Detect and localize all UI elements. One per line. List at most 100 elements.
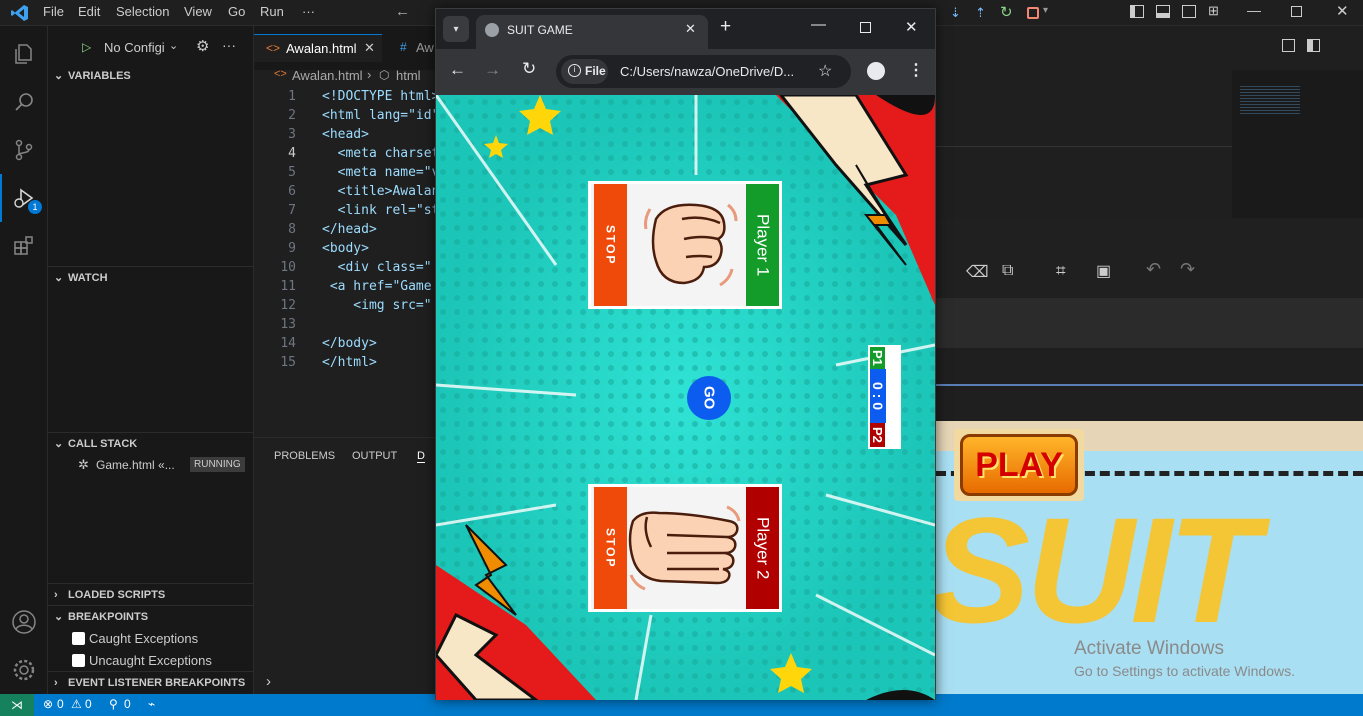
watch-section-header[interactable]: ⌄ WATCH [48,267,254,289]
tab-search-icon[interactable]: ▾ [443,16,469,42]
source-control-icon[interactable] [0,126,48,174]
breakpoints-section-header[interactable]: ⌄ BREAKPOINTS [48,606,254,628]
shapes-icon[interactable]: ⧉ [1002,262,1013,280]
variables-section-header[interactable]: ⌄ VARIABLES [48,65,254,87]
code-line[interactable]: 10 <div class=" [254,258,436,277]
code-line[interactable]: 7 <link rel="st [254,201,436,220]
debug-settings-gear-icon[interactable]: ⚙ [196,37,209,55]
address-bar[interactable]: i File C:/Users/nawza/OneDrive/D... ☆ [556,55,851,88]
error-count[interactable]: 0 [57,697,64,711]
line-number: 8 [288,222,296,237]
crop-icon[interactable]: ⌗ [1056,261,1066,281]
code-line[interactable]: 12 <img src=" [254,296,436,315]
menu-more[interactable]: ··· [302,4,315,19]
player1-stop-button[interactable]: STOP [594,184,627,306]
undo-icon[interactable]: ↶ [1146,259,1161,280]
new-tab-icon[interactable]: + [720,16,731,38]
panel-tab-problems[interactable]: PROBLEMS [274,450,335,462]
menu-selection[interactable]: Selection [116,4,169,19]
back-icon[interactable]: ← [449,60,466,80]
search-icon[interactable] [0,78,48,126]
code-line[interactable]: 13 [254,315,436,334]
call-stack-section-header[interactable]: ⌄ CALL STACK [48,433,254,455]
start-debugging-icon[interactable]: ▷ [82,40,91,54]
loaded-scripts-section-header[interactable]: › LOADED SCRIPTS [48,584,254,606]
panel-tab-output[interactable]: OUTPUT [352,450,397,462]
menu-run[interactable]: Run [260,4,284,19]
settings-gear-icon[interactable] [0,646,48,694]
chevron-right-icon[interactable]: › [266,673,271,690]
forward-icon[interactable]: → [484,60,501,80]
debug-status-icon[interactable]: ⌁ [148,697,155,711]
step-into-icon[interactable]: ⇣ [950,5,961,21]
close-tab-icon[interactable]: ✕ [364,40,375,56]
code-line[interactable]: 2 <html lang="id"> [254,106,436,125]
maximize-icon[interactable] [860,22,871,33]
code-line[interactable]: 11 <a href="Game [254,277,436,296]
menu-go[interactable]: Go [228,4,245,19]
eraser-icon[interactable]: ⌫ [966,262,989,282]
minimize-icon[interactable]: — [811,16,826,33]
ports-count[interactable]: 0 [124,697,131,711]
event-listener-breakpoints-section-header[interactable]: › EVENT LISTENER BREAKPOINTS [48,672,254,694]
go-button[interactable]: GO [687,376,731,420]
site-info-chip[interactable]: i File [561,59,608,84]
reload-icon[interactable]: ↻ [522,59,536,79]
code-line[interactable]: 8 </head> [254,220,436,239]
split-editor-icon[interactable] [1307,39,1320,52]
toggle-secondary-sidebar-icon[interactable] [1182,5,1196,18]
toggle-panel-icon[interactable] [1156,5,1170,18]
code-line[interactable]: 6 <title>Awalan [254,182,436,201]
remote-indicator[interactable]: ⋊ [0,694,34,716]
breadcrumb-node[interactable]: html [396,68,421,83]
panel-tab-debug-console[interactable]: D [417,450,425,463]
open-preview-icon[interactable] [1282,39,1295,52]
warning-count[interactable]: 0 [85,697,92,711]
call-stack-item[interactable]: ✲ Game.html «... RUNNING [78,456,254,476]
profile-avatar-icon[interactable] [867,62,885,80]
code-area[interactable]: 1 <!DOCTYPE html> 2 <html lang="id"> 3 <head>… [254,87,436,387]
tab-second[interactable]: # Aw [382,34,436,62]
caught-exceptions-checkbox[interactable] [72,632,85,645]
chrome-menu-icon[interactable]: ⋮ [908,60,924,80]
redo-icon[interactable]: ↷ [1180,259,1195,280]
browser-tab[interactable]: SUIT GAME ✕ [476,15,708,49]
tab-awalan-html[interactable]: <> Awalan.html ✕ [254,34,382,62]
close-window-icon[interactable]: ✕ [905,18,918,36]
restart-icon[interactable]: ↻ [1000,3,1013,21]
bookmark-star-icon[interactable]: ☆ [818,61,832,81]
uncaught-exceptions-checkbox[interactable] [72,654,85,667]
breadcrumb-file[interactable]: Awalan.html [292,68,363,83]
code-line[interactable]: 14 </body> [254,334,436,353]
menu-view[interactable]: View [184,4,212,19]
step-out-icon[interactable]: ⇡ [975,5,986,21]
minimap[interactable] [1232,70,1363,220]
line-number: 14 [280,336,296,351]
menu-edit[interactable]: Edit [78,4,100,19]
text-actions-icon[interactable]: ▣ [1096,261,1111,281]
debug-config-select[interactable]: No Configi [104,40,165,55]
code-line[interactable]: 5 <meta name="v [254,163,436,182]
run-debug-icon[interactable]: 1 [0,174,48,222]
code-line[interactable]: 4 <meta charset [254,144,436,163]
explorer-icon[interactable] [0,30,48,78]
more-actions-icon[interactable]: ··· [222,37,236,53]
customize-layout-icon[interactable]: ⊞ [1208,3,1219,19]
code-line[interactable]: 3 <head> [254,125,436,144]
back-arrow-icon[interactable]: ← [395,3,410,20]
code-line[interactable]: 9 <body> [254,239,436,258]
minimize-icon[interactable]: — [1247,2,1261,18]
stop-debug-icon[interactable] [1027,7,1039,19]
extensions-icon[interactable] [0,222,48,270]
chevron-down-icon[interactable]: ▾ [1043,5,1048,16]
close-window-icon[interactable]: ✕ [1336,2,1349,20]
toggle-sidebar-icon[interactable] [1130,5,1144,18]
chevron-down-icon[interactable]: ⌄ [169,39,178,52]
account-icon[interactable] [0,598,48,646]
code-line[interactable]: 15 </html> [254,353,436,372]
restore-icon[interactable] [1291,6,1302,17]
code-line[interactable]: 1 <!DOCTYPE html> [254,87,436,106]
menu-file[interactable]: File [43,4,64,19]
close-tab-icon[interactable]: ✕ [685,21,696,37]
player2-stop-button[interactable]: STOP [594,487,627,609]
